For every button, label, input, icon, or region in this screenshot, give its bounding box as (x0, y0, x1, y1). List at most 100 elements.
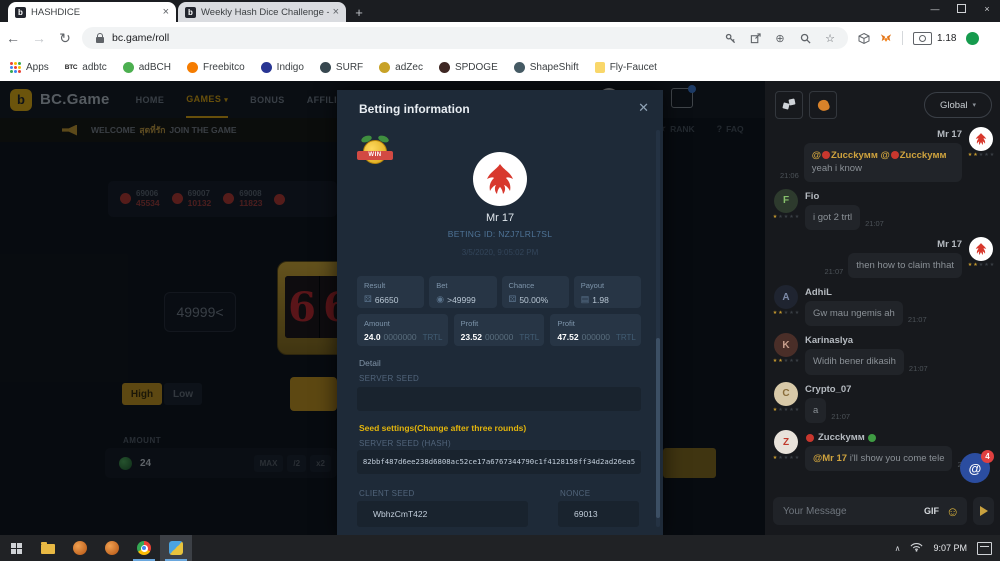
mentions-button[interactable]: @ 4 (960, 453, 990, 483)
message-content: Fioi got 2 trtl21:07 (805, 189, 884, 230)
message-username[interactable]: Fio (805, 191, 884, 202)
plus-circle-icon[interactable]: ⊕ (774, 32, 786, 44)
amount-rest: 0000000 (384, 332, 417, 342)
star-rating: ★★★★★ (773, 359, 799, 364)
new-tab-button[interactable]: + (348, 2, 370, 22)
server-seed-input[interactable] (357, 387, 641, 411)
server-seed-hash-input[interactable]: 82bbf487d6ee238d6808ac52ce17a6767344790c… (357, 450, 641, 474)
mention-text[interactable]: @Mr 17 (813, 453, 847, 464)
avatar[interactable]: K (774, 333, 798, 357)
forward-button[interactable]: → (26, 30, 52, 46)
mention-text[interactable]: @Zucckyмм (812, 150, 878, 161)
message-username[interactable]: Zucckyмм (805, 432, 976, 443)
avatar[interactable]: C (774, 382, 798, 406)
windows-taskbar: ∧ 9:07 PM (0, 535, 1000, 561)
message-username[interactable]: AdhiL (805, 287, 927, 298)
chat-input-container[interactable]: GIF ☺ (773, 497, 967, 525)
tray-expand-icon[interactable]: ∧ (895, 544, 901, 553)
file-explorer-button[interactable] (32, 535, 64, 561)
username-text: Karinaslya (805, 335, 853, 346)
chat-channel-select[interactable]: Global ▾ (924, 92, 992, 118)
zoom-icon[interactable] (799, 32, 811, 44)
key-icon[interactable] (724, 32, 736, 44)
chat-header: Global ▾ (775, 91, 992, 119)
message-username[interactable]: Mr 17 (780, 129, 962, 140)
tab-title: HASHDICE (31, 7, 159, 18)
modal-scrollbar-thumb[interactable] (656, 338, 660, 518)
cash-icon (913, 32, 932, 45)
bookmark-label: SPDOGE (455, 62, 498, 73)
close-icon[interactable]: ✕ (638, 100, 649, 116)
chat-message-input[interactable] (781, 505, 917, 518)
client-seed-input[interactable]: WbhzCmT422 (357, 501, 528, 527)
tip-chat-button[interactable] (809, 91, 837, 119)
start-button[interactable] (0, 535, 32, 561)
active-app-button[interactable] (160, 535, 192, 561)
nonce-input[interactable]: 69013 (558, 501, 639, 527)
amount-card-profit: Profit23.52000000TRTL (454, 314, 545, 346)
bet-amounts-row: Amount24.00000000TRTLProfit23.52000000TR… (357, 314, 641, 346)
gif-button[interactable]: GIF (924, 506, 939, 516)
star-icon: ★ (795, 456, 799, 461)
message-username[interactable]: Mr 17 (825, 239, 962, 250)
amount-rest: 000000 (485, 332, 513, 342)
bookmark-item[interactable]: Fly-Faucet (595, 62, 657, 73)
avatar[interactable] (969, 127, 993, 151)
avatar-column: F★★★★★ (773, 189, 799, 230)
cube-extension-icon[interactable] (858, 32, 870, 44)
wifi-icon[interactable] (910, 539, 923, 557)
star-icon: ★ (773, 456, 777, 461)
star-icon: ★ (990, 153, 994, 158)
app-button-2[interactable] (96, 535, 128, 561)
chat-message: C★★★★★Crypto_07a21:07 (773, 382, 994, 423)
bookmark-item[interactable]: ShapeShift (514, 62, 579, 73)
star-icon: ★ (990, 263, 994, 268)
maximize-button[interactable] (948, 0, 974, 17)
bookmark-item[interactable]: Indigo (261, 62, 304, 73)
avatar-column: C★★★★★ (773, 382, 799, 423)
bookmark-star-icon[interactable]: ☆ (824, 32, 836, 44)
chat-message: ★★★★★Mr 17@Zucckyмм @Zucckyмм yeah i kno… (773, 127, 994, 182)
message-bubble: then how to claim thhat (848, 253, 962, 278)
username-text: Mr 17 (937, 129, 962, 140)
avatar[interactable]: A (774, 285, 798, 309)
avatar[interactable]: Z (774, 430, 798, 454)
app-button-1[interactable] (64, 535, 96, 561)
avatar[interactable] (969, 237, 993, 261)
bookmarks-bar: Apps BTCadbtc adBCH Freebitco Indigo SURF adZe… (0, 54, 1000, 81)
share-icon[interactable] (749, 32, 761, 44)
browser-tab[interactable]: bHASHDICE× (8, 2, 176, 22)
bookmark-item[interactable]: SPDOGE (439, 62, 498, 73)
reload-button[interactable]: ↻ (52, 30, 78, 47)
browser-tab[interactable]: bWeekly Hash Dice Challenge - Se× (178, 2, 346, 22)
tab-close-icon[interactable]: × (163, 6, 169, 18)
wallet-extension[interactable]: 1.18 (913, 32, 956, 45)
chrome-taskbar-button[interactable] (128, 535, 160, 561)
action-center-icon[interactable] (977, 542, 992, 555)
bookmark-item[interactable]: SURF (320, 62, 363, 73)
tab-close-icon[interactable]: × (333, 6, 339, 18)
bookmark-item[interactable]: adZec (379, 62, 423, 73)
message-bubble: Widih bener dikasih (805, 349, 904, 374)
metamask-icon[interactable] (880, 32, 892, 44)
mention-text[interactable]: @Zucckyмм (880, 150, 946, 161)
bookmark-item[interactable]: Apps (10, 62, 49, 73)
message-username[interactable]: Karinaslya (805, 335, 928, 346)
bookmark-item[interactable]: Freebitco (187, 62, 245, 73)
star-icon: ★ (795, 311, 799, 316)
amount-card-value: 23.52000000TRTL (461, 332, 538, 342)
back-button[interactable]: ← (0, 30, 26, 46)
close-window-button[interactable]: × (974, 0, 1000, 17)
message-username[interactable]: Crypto_07 (805, 384, 851, 395)
emoji-button[interactable]: ☺ (946, 505, 959, 518)
minimize-button[interactable]: — (922, 0, 948, 17)
clock[interactable]: 9:07 PM (933, 543, 967, 553)
green-extension-icon[interactable] (966, 32, 979, 45)
avatar[interactable]: F (774, 189, 798, 213)
bookmark-item[interactable]: BTCadbtc (65, 62, 107, 73)
address-bar[interactable]: bc.game/roll ⊕ ☆ (82, 27, 848, 49)
dice-chat-button[interactable] (775, 91, 803, 119)
star-icon: ★ (984, 153, 988, 158)
bookmark-item[interactable]: adBCH (123, 62, 171, 73)
send-button[interactable] (973, 497, 994, 525)
